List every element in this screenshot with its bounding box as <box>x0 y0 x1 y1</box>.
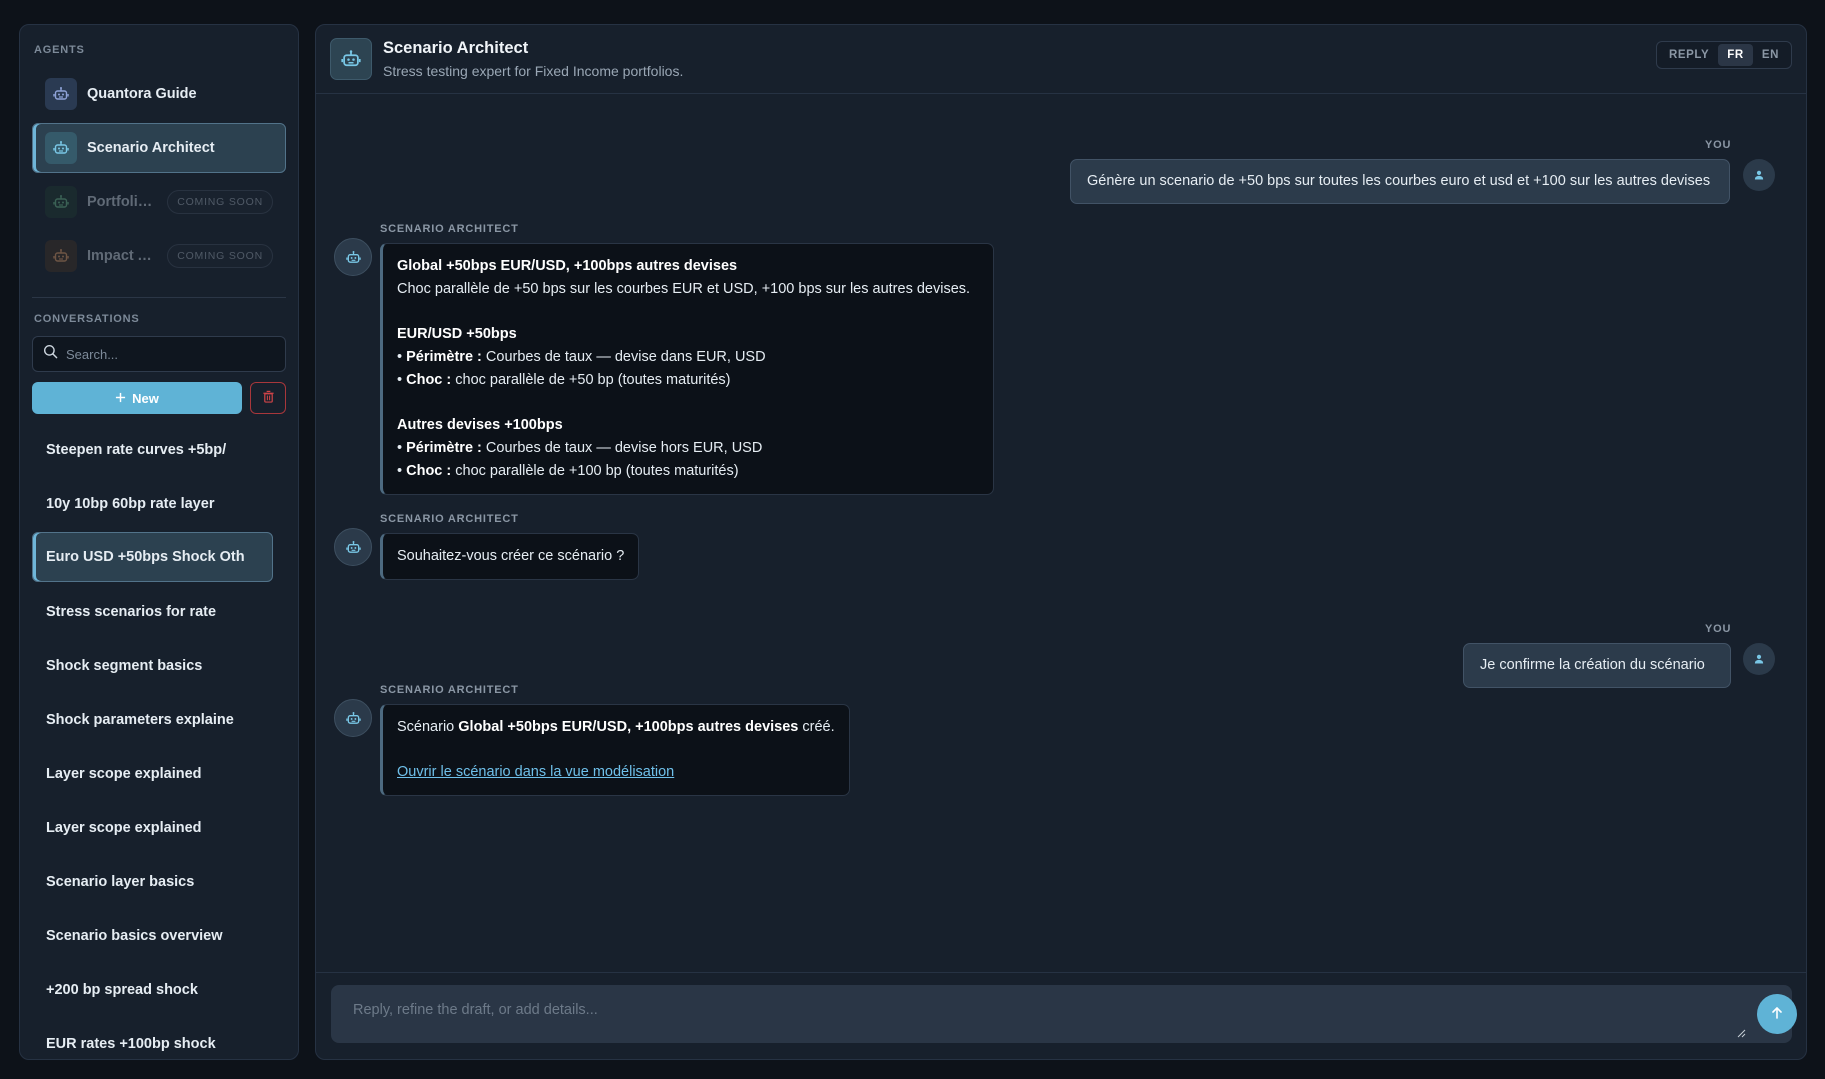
message-text: Génère un scenario de +50 bps sur toutes… <box>1087 173 1711 189</box>
section-row: • Périmètre : Courbes de taux — devise d… <box>397 349 766 365</box>
section-row: • Choc : choc parallèle de +50 bp (toute… <box>397 372 731 388</box>
sidebar: AGENTS Quantora Guide Scenario Architect… <box>19 24 299 1060</box>
agents-section-label: AGENTS <box>34 44 85 56</box>
scenario-draft-message: Global +50bps EUR/USD, +100bps autres de… <box>380 243 994 495</box>
conversation-item[interactable]: 10y 10bp 60bp rate layer <box>32 478 273 528</box>
agent-item-scenario-architect[interactable]: Scenario Architect <box>32 123 286 173</box>
coming-soon-badge: COMING SOON <box>167 190 273 214</box>
scenario-created-message: Scénario Global +50bps EUR/USD, +100bps … <box>380 704 850 796</box>
lang-option-reply[interactable]: REPLY <box>1660 44 1718 66</box>
conversation-item[interactable]: Shock parameters explaine <box>32 694 273 744</box>
new-conversation-button[interactable]: New <box>32 382 242 414</box>
language-switch: REPLY FR EN <box>1655 41 1792 69</box>
robot-icon <box>45 132 77 164</box>
composer <box>331 985 1797 1043</box>
search-input[interactable] <box>66 346 275 362</box>
bot-avatar-robot-icon <box>334 699 372 737</box>
conversation-item[interactable]: Scenario basics overview <box>32 910 273 960</box>
agent-name: Impact A... <box>87 248 160 264</box>
message-text: Souhaitez-vous créer ce scénario ? <box>397 548 625 564</box>
conversation-item[interactable]: Layer scope explained <box>32 748 273 798</box>
agent-item-quantora-guide[interactable]: Quantora Guide <box>32 69 286 119</box>
scenario-title: Global +50bps EUR/USD, +100bps autres de… <box>397 258 738 274</box>
bot-avatar-robot-icon <box>334 238 372 276</box>
chat-header: Scenario Architect Stress testing expert… <box>316 25 1806 94</box>
agent-name: Scenario Architect <box>87 140 215 156</box>
conversation-search <box>32 336 286 372</box>
robot-icon <box>45 78 77 110</box>
send-button[interactable] <box>1757 994 1797 1034</box>
agent-name: Quantora Guide <box>87 86 197 102</box>
open-scenario-link[interactable]: Ouvrir le scénario dans la vue modélisat… <box>397 764 674 780</box>
user-message: Génère un scenario de +50 bps sur toutes… <box>1070 159 1730 204</box>
scenario-name: Global +50bps EUR/USD, +100bps autres de… <box>458 719 799 735</box>
conversation-item[interactable]: Scenario layer basics <box>32 856 273 906</box>
message-list: YOU Génère un scenario de +50 bps sur to… <box>316 95 1806 975</box>
section-heading: Autres devises +100bps <box>397 417 563 433</box>
conversation-item-active[interactable]: Euro USD +50bps Shock Oth <box>32 532 273 582</box>
message-role-label: YOU <box>1705 139 1732 151</box>
user-avatar-icon <box>1743 159 1775 191</box>
conversation-item[interactable]: EUR rates +100bp shock <box>32 1018 273 1059</box>
robot-icon <box>45 240 77 272</box>
agent-title: Scenario Architect <box>383 39 529 57</box>
agent-list: Quantora Guide Scenario Architect Portfo… <box>32 69 286 281</box>
trash-icon <box>262 390 275 406</box>
agent-subtitle: Stress testing expert for Fixed Income p… <box>383 63 684 79</box>
scenario-summary: Choc parallèle de +50 bps sur les courbe… <box>397 281 971 297</box>
plus-icon <box>115 391 126 406</box>
agent-item-impact: Impact A... COMING SOON <box>32 231 286 281</box>
delete-conversation-button[interactable] <box>250 382 286 414</box>
coming-soon-badge: COMING SOON <box>167 244 273 268</box>
conversation-item[interactable]: Shock segment basics <box>32 640 273 690</box>
section-row: • Périmètre : Courbes de taux — devise h… <box>397 440 763 456</box>
bot-avatar-robot-icon <box>334 528 372 566</box>
message-role-label: YOU <box>1705 623 1732 635</box>
new-button-label: New <box>132 390 159 406</box>
conversation-item[interactable]: +200 bp spread shock <box>32 964 273 1014</box>
robot-icon <box>330 38 372 80</box>
message-role-label: SCENARIO ARCHITECT <box>380 684 519 696</box>
conversations-section-label: CONVERSATIONS <box>34 313 140 325</box>
agent-item-portfolio: Portfolio ... COMING SOON <box>32 177 286 227</box>
conversation-item[interactable]: Steepen rate curves +5bp/ <box>32 424 273 474</box>
lang-option-fr[interactable]: FR <box>1718 44 1753 66</box>
message-role-label: SCENARIO ARCHITECT <box>380 223 519 235</box>
section-row: • Choc : choc parallèle de +100 bp (tout… <box>397 463 739 479</box>
user-message: Je confirme la création du scénario <box>1463 643 1731 688</box>
sidebar-divider <box>32 297 286 298</box>
search-icon <box>43 344 58 364</box>
message-text: Je confirme la création du scénario <box>1480 657 1705 673</box>
section-heading: EUR/USD +50bps <box>397 326 517 342</box>
resize-grip-icon[interactable] <box>1737 1025 1746 1038</box>
bot-message: Souhaitez-vous créer ce scénario ? <box>380 533 640 580</box>
lang-option-en[interactable]: EN <box>1753 44 1788 66</box>
chat-panel: Scenario Architect Stress testing expert… <box>315 24 1807 1060</box>
message-role-label: SCENARIO ARCHITECT <box>380 513 519 525</box>
conversation-item[interactable]: Stress scenarios for rate <box>32 586 273 636</box>
message-input[interactable] <box>353 1002 1703 1028</box>
arrow-up-icon <box>1770 1006 1784 1023</box>
composer-area <box>316 972 1806 1059</box>
conversation-list: Steepen rate curves +5bp/ 10y 10bp 60bp … <box>32 424 286 1059</box>
robot-icon <box>45 186 77 218</box>
conversation-actions: New <box>32 382 286 414</box>
user-avatar-icon <box>1743 643 1775 675</box>
conversation-item[interactable]: Layer scope explained <box>32 802 273 852</box>
agent-name: Portfolio ... <box>87 194 160 210</box>
